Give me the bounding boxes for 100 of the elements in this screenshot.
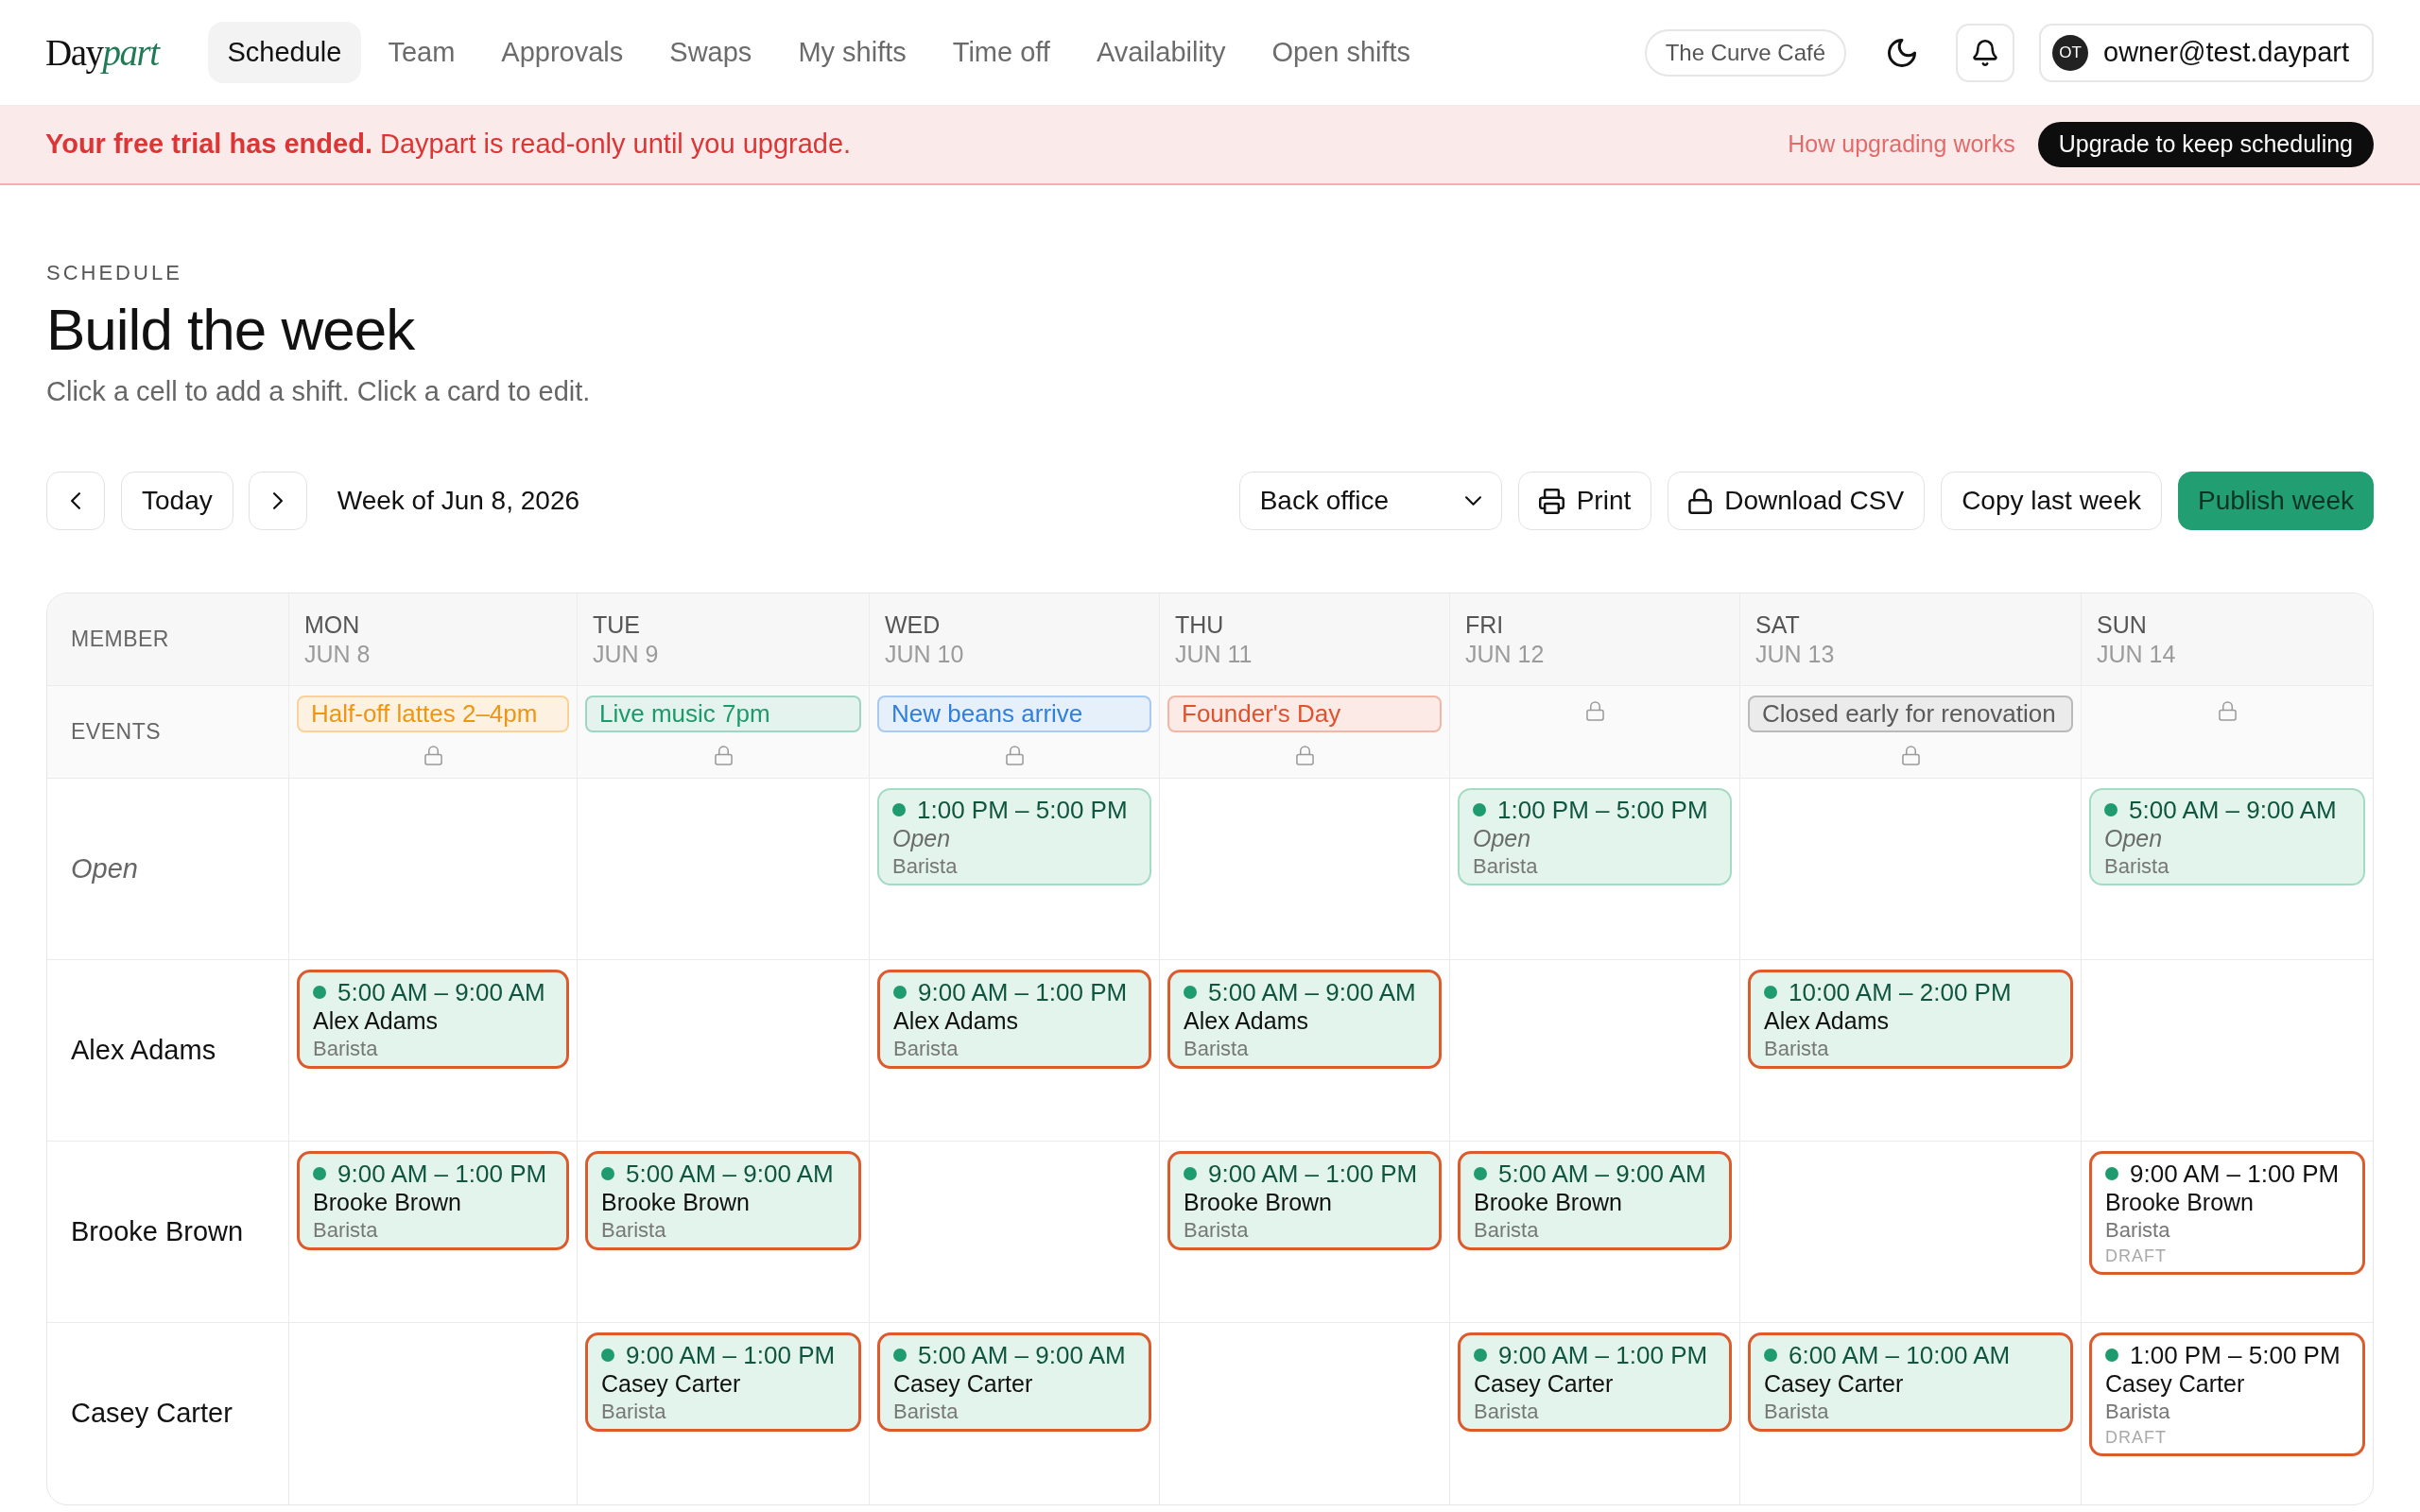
shift-time: 10:00 AM – 2:00 PM [1789, 978, 2012, 1006]
shift-role: Barista [313, 1036, 378, 1062]
row-header: EVENTS [47, 686, 289, 778]
chevron-right-icon [272, 492, 283, 509]
member-name: Brooke Brown [47, 1142, 289, 1322]
shift-time: 9:00 AM – 1:00 PM [918, 978, 1128, 1006]
shift-card[interactable]: 9:00 AM – 1:00 PM Brooke Brown Barista [1167, 1151, 1442, 1250]
shift-role: Barista [893, 1036, 959, 1062]
shift-card[interactable]: 1:00 PM – 5:00 PM Open Barista [1458, 788, 1732, 885]
shift-time: 9:00 AM – 1:00 PM [626, 1341, 836, 1369]
page-title: Build the week [46, 296, 415, 364]
column-header: MEMBER [47, 593, 289, 685]
shift-assignee: Casey Carter [2105, 1369, 2245, 1399]
bell-icon [1973, 39, 1998, 66]
shift-assignee: Brooke Brown [1184, 1188, 1333, 1217]
nav-tab[interactable]: Open shifts [1252, 22, 1431, 83]
shift-assignee: Casey Carter [601, 1369, 741, 1399]
lock-icon [1295, 746, 1314, 765]
shift-card[interactable]: 1:00 PM – 5:00 PM Open Barista [877, 788, 1151, 885]
shift-card[interactable]: 9:00 AM – 1:00 PM Casey Carter Barista [1458, 1332, 1732, 1432]
day-date: JUN 8 [304, 639, 371, 669]
shift-role: Barista [1764, 1399, 1829, 1425]
shift-time: 9:00 AM – 1:00 PM [1208, 1160, 1418, 1188]
shift-card[interactable]: 9:00 AM – 1:00 PM Brooke Brown Barista DRAFT [2089, 1151, 2365, 1275]
publish-button[interactable]: Publish week [2178, 472, 2374, 530]
shift-card[interactable]: 5:00 AM – 9:00 AM Casey Carter Barista [877, 1332, 1151, 1432]
day-date: JUN 13 [1755, 639, 1835, 669]
shift-time: 9:00 AM – 1:00 PM [2130, 1160, 2340, 1188]
copy-week-button[interactable]: Copy last week [1941, 472, 2162, 530]
section-label: SCHEDULE [46, 260, 182, 286]
day-name: SUN [2097, 610, 2147, 640]
shift-time: 1:00 PM – 5:00 PM [2130, 1341, 2341, 1369]
shift-role: Barista [2104, 853, 2169, 880]
shift-time: 5:00 AM – 9:00 AM [918, 1341, 1126, 1369]
nav-tab[interactable]: Team [368, 22, 475, 83]
location-select[interactable]: Back office [1238, 472, 1502, 530]
shift-role: Barista [601, 1217, 666, 1244]
chevron-down-icon [1464, 496, 1481, 506]
shift-time: 6:00 AM – 10:00 AM [1789, 1341, 2011, 1369]
download-csv-button[interactable]: Download CSV [1668, 472, 1926, 530]
shift-card[interactable]: 5:00 AM – 9:00 AM Brooke Brown Barista [1458, 1151, 1732, 1250]
nav-tab[interactable]: Schedule [207, 22, 362, 83]
lock-icon [2218, 701, 2237, 721]
day-name: FRI [1465, 610, 1504, 640]
week-label: Week of Jun 8, 2026 [337, 485, 580, 517]
nav-tab[interactable]: Approvals [481, 22, 644, 83]
workspace-switcher[interactable]: The Curve Café [1644, 28, 1847, 77]
chevron-left-icon [71, 492, 80, 509]
shift-assignee: Open [1473, 824, 1531, 853]
shift-assignee: Casey Carter [893, 1369, 1033, 1399]
shift-time: 9:00 AM – 1:00 PM [337, 1160, 547, 1188]
day-date: JUN 14 [2097, 639, 2176, 669]
lock-icon [1688, 488, 1713, 514]
banner-message: Your free trial has ended. Daypart is read-only until you upgrade. [45, 128, 852, 162]
day-date: JUN 9 [593, 639, 659, 669]
day-name: THU [1175, 610, 1224, 640]
shift-assignee: Brooke Brown [2105, 1188, 2255, 1217]
lock-icon [714, 746, 733, 765]
avatar-initials: OT [2052, 34, 2089, 71]
lock-icon [424, 746, 442, 765]
notifications-button[interactable] [1956, 23, 2015, 82]
shift-card[interactable]: 6:00 AM – 10:00 AM Casey Carter Barista [1748, 1332, 2073, 1432]
shift-card[interactable]: 1:00 PM – 5:00 PM Casey Carter Barista DRAFT [2089, 1332, 2365, 1456]
shift-assignee: Alex Adams [1184, 1006, 1308, 1036]
day-name: MON [304, 610, 360, 640]
lock-icon [1005, 746, 1024, 765]
day-date: JUN 12 [1465, 639, 1545, 669]
shift-assignee: Brooke Brown [1474, 1188, 1623, 1217]
print-button[interactable]: Print [1517, 472, 1652, 530]
theme-toggle-button[interactable] [1888, 38, 1917, 67]
shift-time: 1:00 PM – 5:00 PM [917, 796, 1128, 824]
nav-tab[interactable]: Swaps [649, 22, 772, 83]
shift-assignee: Brooke Brown [313, 1188, 462, 1217]
member-name: Open [47, 779, 289, 959]
shift-card[interactable]: 5:00 AM – 9:00 AM Alex Adams Barista [1167, 970, 1442, 1069]
event-tag[interactable]: Closed early for renovation [1748, 696, 2073, 732]
day-name: TUE [593, 610, 640, 640]
shift-card[interactable]: 10:00 AM – 2:00 PM Alex Adams Barista [1748, 970, 2073, 1069]
shift-assignee: Open [2104, 824, 2163, 853]
draft-label: DRAFT [2105, 1427, 2167, 1449]
shift-role: Barista [1474, 1217, 1539, 1244]
page-subtitle: Click a cell to add a shift. Click a card to edit. [46, 375, 591, 408]
shift-assignee: Open [892, 824, 951, 853]
shift-card[interactable]: 9:00 AM – 1:00 PM Casey Carter Barista [585, 1332, 861, 1432]
shift-role: Barista [1184, 1036, 1249, 1062]
day-name: WED [885, 610, 941, 640]
upgrade-button[interactable]: Upgrade to keep scheduling [2037, 122, 2374, 167]
shift-role: Barista [893, 1399, 959, 1425]
shift-card[interactable]: 5:00 AM – 9:00 AM Brooke Brown Barista [585, 1151, 861, 1250]
account-button[interactable]: OT owner@test.daypart [2039, 23, 2374, 82]
shift-card[interactable]: 5:00 AM – 9:00 AM Open Barista [2089, 788, 2365, 885]
shift-card[interactable]: 9:00 AM – 1:00 PM Alex Adams Barista [877, 970, 1151, 1069]
shift-assignee: Alex Adams [1764, 1006, 1889, 1036]
nav-tab[interactable]: Time off [932, 22, 1070, 83]
nav-tab[interactable]: Availability [1076, 22, 1246, 83]
nav-tab[interactable]: My shifts [778, 22, 926, 83]
today-button[interactable]: Today [121, 472, 233, 530]
shift-card[interactable]: 9:00 AM – 1:00 PM Brooke Brown Barista [297, 1151, 569, 1250]
day-date: JUN 10 [885, 639, 964, 669]
shift-card[interactable]: 5:00 AM – 9:00 AM Alex Adams Barista [297, 970, 569, 1069]
